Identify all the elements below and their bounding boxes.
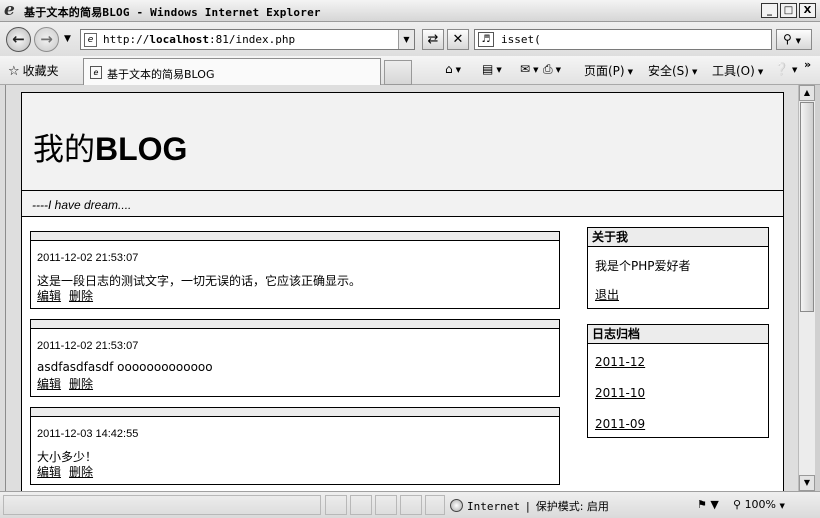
search-dropdown-icon: ▼ [795, 37, 802, 45]
home-icon: ⌂ [445, 62, 453, 76]
feeds-button[interactable]: ▤ ▼ [482, 62, 502, 76]
url-text[interactable]: http://localhost:81/index.php [103, 33, 295, 46]
page-viewport: 我的BLOG ----I have dream.... 2011-12-02 2… [5, 85, 798, 491]
window-controls: _ □ X [761, 3, 816, 18]
post-body: 2011-12-02 21:53:07 asdfasdfasdf ooooooo… [30, 328, 560, 397]
post-body: 2011-12-03 14:42:55 大小多少！ 编辑 删除 [30, 416, 560, 485]
post-actions: 编辑 删除 [37, 375, 101, 392]
zoom-dropdown-icon: ▼ [779, 502, 785, 510]
popup-blocker-icon[interactable]: ⚑ ▼ [697, 498, 719, 511]
scroll-thumb[interactable] [800, 102, 814, 312]
chevron-more-icon[interactable]: » [804, 58, 811, 71]
safety-menu[interactable]: 安全(S) ▼ [648, 62, 697, 79]
blog-page: 我的BLOG ----I have dream.... 2011-12-02 2… [21, 92, 784, 491]
post-actions: 编辑 删除 [37, 463, 101, 480]
status-segment [425, 495, 445, 515]
logout-link[interactable]: 退出 [595, 286, 619, 303]
mail-button[interactable]: ✉ ▼ [520, 62, 538, 76]
back-button[interactable]: ← [6, 27, 31, 52]
zoom-icon: ⚲ [733, 498, 742, 511]
status-segment [375, 495, 397, 515]
help-icon: ❔ [774, 62, 789, 76]
window-edge [815, 85, 820, 491]
address-field[interactable]: e http://localhost:81/index.php ▼ [80, 29, 415, 50]
archive-heading: 日志归档 [588, 325, 768, 344]
archive-link-2011-10[interactable]: 2011-10 [595, 386, 645, 400]
status-segment [400, 495, 422, 515]
title-bar: e 基于文本的简易BLOG - Windows Internet Explore… [0, 0, 820, 22]
post-date: 2011-12-03 14:42:55 [37, 428, 139, 440]
tools-menu[interactable]: 工具(O) ▼ [712, 62, 763, 79]
edit-link[interactable]: 编辑 [37, 377, 61, 391]
home-button[interactable]: ⌂ ▼ [445, 62, 461, 76]
scroll-up-icon[interactable]: ▲ [799, 85, 815, 101]
edit-link[interactable]: 编辑 [37, 465, 61, 479]
about-intro: 我是个PHP爱好者 [595, 259, 691, 273]
history-dropdown-icon[interactable]: ▼ [64, 34, 71, 44]
favorites-bar: ☆ 收藏夹 e 基于文本的简易BLOG ⌂ ▼ ▤ ▼ ✉ ▼ ⎙ ▼ 页面(P) ▼ 安全… [0, 56, 820, 85]
search-icon: ⚲ [783, 32, 792, 46]
status-segment [350, 495, 372, 515]
blog-title: 我的BLOG [33, 131, 188, 168]
refresh-icon[interactable]: ⇄ [422, 29, 444, 50]
minimize-button[interactable]: _ [761, 3, 778, 18]
security-zone[interactable]: Internet | 保护模式: 启用 [450, 498, 609, 514]
page-icon: e [84, 33, 97, 47]
blog-header: 我的BLOG [22, 93, 783, 191]
forward-button[interactable]: → [34, 27, 59, 52]
edit-link[interactable]: 编辑 [37, 289, 61, 303]
post-item: 2011-12-02 21:53:07 asdfasdfasdf ooooooo… [30, 319, 560, 397]
search-field[interactable]: ♬ [474, 29, 772, 50]
new-tab-button[interactable] [384, 60, 412, 85]
tab-active[interactable]: e 基于文本的简易BLOG [83, 58, 381, 85]
archive-box: 日志归档 2011-12 2011-10 2011-09 [587, 324, 769, 438]
archive-link-2011-12[interactable]: 2011-12 [595, 355, 645, 369]
delete-link[interactable]: 删除 [69, 377, 93, 391]
status-segment [325, 495, 347, 515]
zoom-control[interactable]: ⚲ 100% ▼ [733, 498, 785, 511]
window-title: 基于文本的简易BLOG - Windows Internet Explorer [24, 6, 321, 19]
post-date: 2011-12-02 21:53:07 [37, 252, 139, 264]
search-provider-icon[interactable]: ♬ [478, 32, 494, 47]
status-bar: Internet | 保护模式: 启用 ⚑ ▼ ⚲ 100% ▼ [0, 491, 820, 518]
tab-title: 基于文本的简易BLOG [107, 68, 215, 81]
archive-link-2011-09[interactable]: 2011-09 [595, 417, 645, 431]
post-item: 2011-12-02 21:53:07 这是一段日志的测试文字，一切无误的话，它… [30, 231, 560, 309]
star-icon: ☆ [8, 64, 20, 79]
stop-icon[interactable]: ✕ [447, 29, 469, 50]
scroll-down-icon[interactable]: ▼ [799, 475, 815, 491]
about-heading: 关于我 [588, 228, 768, 247]
page-menu[interactable]: 页面(P) ▼ [584, 62, 633, 79]
search-button[interactable]: ⚲ ▼ [776, 29, 812, 50]
delete-link[interactable]: 删除 [69, 465, 93, 479]
vertical-scrollbar[interactable]: ▲ ▼ [798, 85, 815, 491]
globe-icon [450, 499, 463, 512]
help-button[interactable]: ❔ ▼ [774, 62, 797, 76]
favorites-button[interactable]: ☆ 收藏夹 [8, 62, 59, 79]
printer-icon: ⎙ [543, 62, 553, 76]
delete-link[interactable]: 删除 [69, 289, 93, 303]
post-item: 2011-12-03 14:42:55 大小多少！ 编辑 删除 [30, 407, 560, 485]
ie-logo-icon: e [4, 0, 15, 20]
maximize-button[interactable]: □ [780, 3, 797, 18]
blog-slogan: ----I have dream.... [22, 191, 783, 217]
close-button[interactable]: X [799, 3, 816, 18]
post-actions: 编辑 删除 [37, 287, 101, 304]
tab-page-icon: e [90, 66, 102, 79]
post-text: asdfasdfasdf ooooooooooooo [37, 360, 213, 374]
address-dropdown-icon[interactable]: ▼ [398, 30, 414, 49]
print-button[interactable]: ⎙ ▼ [543, 62, 561, 77]
protected-mode-text: 保护模式: 启用 [535, 500, 609, 513]
about-box: 关于我 我是个PHP爱好者 退出 [587, 227, 769, 309]
mail-icon: ✉ [520, 62, 531, 76]
search-input[interactable] [501, 32, 761, 47]
address-toolbar: ← → ▼ e http://localhost:81/index.php ▼ … [0, 22, 820, 56]
status-text-segment [3, 495, 321, 515]
post-date: 2011-12-02 21:53:07 [37, 340, 139, 352]
rss-icon: ▤ [482, 62, 494, 76]
post-body: 2011-12-02 21:53:07 这是一段日志的测试文字，一切无误的话，它… [30, 240, 560, 309]
